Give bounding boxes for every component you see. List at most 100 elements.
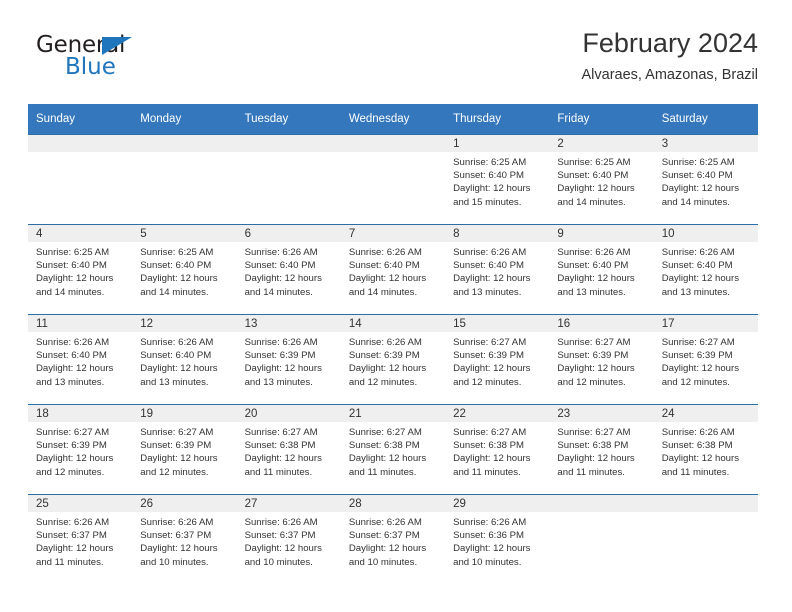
calendar-day-cell[interactable]: 20 Sunrise: 6:27 AM Sunset: 6:38 PM Dayligh… [236,404,341,495]
calendar-day-cell[interactable]: 5 Sunrise: 6:25 AM Sunset: 6:40 PM Daylight… [132,224,237,315]
sunset-time: Sunset: 6:39 PM [140,440,212,452]
day-cell-inner: 2 Sunrise: 6:25 AM Sunset: 6:40 PM Daylight… [549,135,654,224]
day-number: 20 [236,405,341,422]
day-cell-inner: 29 Sunrise: 6:26 AM Sunset: 6:36 PM Dayligh… [445,495,550,584]
page-title: February 2024 [582,28,758,58]
day-cell-inner: 22 Sunrise: 6:27 AM Sunset: 6:38 PM Dayligh… [445,405,550,494]
daylight-duration-line1: Daylight: 12 hours [661,183,740,195]
daylight-duration-line2: and 13 minutes. [661,286,730,298]
day-number: 22 [445,405,550,422]
calendar-day-cell[interactable]: 29 Sunrise: 6:26 AM Sunset: 6:36 PM Dayligh… [445,494,550,584]
page-header: General Blue February 2024 Alvaraes, Ama… [28,28,758,100]
calendar-day-cell-empty [653,494,758,584]
calendar-day-cell[interactable]: 25 Sunrise: 6:26 AM Sunset: 6:37 PM Dayligh… [28,494,133,584]
day-details [237,152,341,156]
day-details: Sunrise: 6:26 AM Sunset: 6:40 PM Daylight:… [132,332,236,389]
calendar-day-cell[interactable]: 13 Sunrise: 6:26 AM Sunset: 6:39 PM Dayligh… [236,314,341,405]
calendar-day-cell[interactable]: 1 Sunrise: 6:25 AM Sunset: 6:40 PM Daylight… [445,134,550,225]
calendar-week-row: 18 Sunrise: 6:27 AM Sunset: 6:39 PM Dayligh… [28,404,758,495]
sunset-time: Sunset: 6:38 PM [453,440,525,452]
calendar-week-row: 25 Sunrise: 6:26 AM Sunset: 6:37 PM Dayligh… [28,494,758,584]
calendar-day-cell[interactable]: 3 Sunrise: 6:25 AM Sunset: 6:40 PM Daylight… [653,134,758,225]
calendar-day-cell[interactable]: 8 Sunrise: 6:26 AM Sunset: 6:40 PM Daylight… [445,224,550,315]
calendar-day-cell[interactable]: 21 Sunrise: 6:27 AM Sunset: 6:38 PM Dayligh… [340,404,446,495]
sunset-time: Sunset: 6:38 PM [557,440,629,452]
daylight-duration-line2: and 14 minutes. [140,286,209,298]
calendar-day-cell[interactable]: 24 Sunrise: 6:26 AM Sunset: 6:38 PM Dayligh… [653,404,758,495]
calendar-day-cell-empty [340,134,446,225]
calendar-day-cell[interactable]: 18 Sunrise: 6:27 AM Sunset: 6:39 PM Dayligh… [28,404,133,495]
day-number: 2 [549,135,654,152]
daylight-duration-line2: and 10 minutes. [140,556,209,568]
sunrise-time: Sunrise: 6:25 AM [557,157,631,168]
calendar-day-cell[interactable]: 28 Sunrise: 6:26 AM Sunset: 6:37 PM Dayligh… [340,494,446,584]
weekday-header-saturday: Saturday [653,104,758,135]
daylight-duration-line2: and 12 minutes. [557,376,626,388]
general-blue-logo[interactable]: General Blue [36,34,166,90]
daylight-duration-line1: Daylight: 12 hours [244,273,322,285]
day-cell-inner: 8 Sunrise: 6:26 AM Sunset: 6:40 PM Daylight… [445,225,550,314]
calendar-week-row: 11 Sunrise: 6:26 AM Sunset: 6:40 PM Dayligh… [28,314,758,405]
calendar-day-cell[interactable]: 7 Sunrise: 6:26 AM Sunset: 6:40 PM Daylight… [340,224,446,315]
day-cell-inner [132,135,237,224]
calendar-header-row: Sunday Monday Tuesday Wednesday Thursday… [28,104,758,135]
day-details: Sunrise: 6:27 AM Sunset: 6:39 PM Daylight:… [28,422,132,479]
day-details: Sunrise: 6:25 AM Sunset: 6:40 PM Daylight:… [654,152,758,209]
daylight-duration-line1: Daylight: 12 hours [140,543,218,555]
sunset-time: Sunset: 6:38 PM [348,440,420,452]
day-details [549,512,653,516]
day-number [236,135,341,152]
day-number: 6 [236,225,341,242]
sunrise-time: Sunrise: 6:27 AM [36,427,110,438]
day-details [341,152,445,156]
calendar-day-cell[interactable]: 15 Sunrise: 6:27 AM Sunset: 6:39 PM Dayligh… [445,314,550,405]
day-cell-inner: 28 Sunrise: 6:26 AM Sunset: 6:37 PM Dayligh… [340,495,446,584]
sunrise-time: Sunrise: 6:25 AM [661,157,735,168]
weekday-header-thursday: Thursday [445,104,550,135]
day-number: 11 [28,315,133,332]
calendar-body: 1 Sunrise: 6:25 AM Sunset: 6:40 PM Daylight… [28,134,758,584]
day-number: 19 [132,405,237,422]
calendar-day-cell[interactable]: 4 Sunrise: 6:25 AM Sunset: 6:40 PM Daylight… [28,224,133,315]
daylight-duration-line1: Daylight: 12 hours [348,453,427,465]
calendar-day-cell[interactable]: 11 Sunrise: 6:26 AM Sunset: 6:40 PM Dayligh… [28,314,133,405]
calendar-day-cell[interactable]: 19 Sunrise: 6:27 AM Sunset: 6:39 PM Dayligh… [132,404,237,495]
sunset-time: Sunset: 6:39 PM [661,350,733,362]
daylight-duration-line1: Daylight: 12 hours [661,273,740,285]
day-details: Sunrise: 6:26 AM Sunset: 6:36 PM Daylight:… [445,512,549,569]
daylight-duration-line2: and 14 minutes. [36,286,105,298]
calendar-day-cell[interactable]: 16 Sunrise: 6:27 AM Sunset: 6:39 PM Dayligh… [549,314,654,405]
calendar-day-cell[interactable]: 27 Sunrise: 6:26 AM Sunset: 6:37 PM Dayligh… [236,494,341,584]
daylight-duration-line1: Daylight: 12 hours [453,453,531,465]
day-cell-inner: 26 Sunrise: 6:26 AM Sunset: 6:37 PM Dayligh… [132,495,237,584]
day-cell-inner: 16 Sunrise: 6:27 AM Sunset: 6:39 PM Dayligh… [549,315,654,404]
day-details: Sunrise: 6:27 AM Sunset: 6:39 PM Daylight:… [132,422,236,479]
day-details: Sunrise: 6:26 AM Sunset: 6:39 PM Daylight:… [237,332,341,389]
calendar-week-row: 4 Sunrise: 6:25 AM Sunset: 6:40 PM Daylight… [28,224,758,315]
sunrise-time: Sunrise: 6:26 AM [661,247,735,258]
calendar-day-cell[interactable]: 26 Sunrise: 6:26 AM Sunset: 6:37 PM Dayligh… [132,494,237,584]
daylight-duration-line2: and 10 minutes. [453,556,522,568]
sunrise-time: Sunrise: 6:27 AM [140,427,214,438]
calendar-day-cell[interactable]: 10 Sunrise: 6:26 AM Sunset: 6:40 PM Dayligh… [653,224,758,315]
day-details: Sunrise: 6:26 AM Sunset: 6:38 PM Daylight:… [654,422,758,479]
weekday-header-row: Sunday Monday Tuesday Wednesday Thursday… [28,104,758,135]
calendar-day-cell[interactable]: 14 Sunrise: 6:26 AM Sunset: 6:39 PM Dayligh… [340,314,446,405]
sunrise-time: Sunrise: 6:26 AM [244,517,318,528]
sunrise-time: Sunrise: 6:26 AM [348,337,422,348]
calendar-day-cell[interactable]: 9 Sunrise: 6:26 AM Sunset: 6:40 PM Daylight… [549,224,654,315]
calendar-day-cell[interactable]: 23 Sunrise: 6:27 AM Sunset: 6:38 PM Dayligh… [549,404,654,495]
calendar-day-cell-empty [549,494,654,584]
sunrise-time: Sunrise: 6:27 AM [557,427,631,438]
day-details: Sunrise: 6:26 AM Sunset: 6:37 PM Daylight:… [237,512,341,569]
calendar-day-cell[interactable]: 22 Sunrise: 6:27 AM Sunset: 6:38 PM Dayligh… [445,404,550,495]
calendar-day-cell[interactable]: 17 Sunrise: 6:27 AM Sunset: 6:39 PM Dayligh… [653,314,758,405]
weekday-header-tuesday: Tuesday [236,104,341,135]
calendar-day-cell[interactable]: 12 Sunrise: 6:26 AM Sunset: 6:40 PM Dayligh… [132,314,237,405]
calendar-day-cell[interactable]: 6 Sunrise: 6:26 AM Sunset: 6:40 PM Daylight… [236,224,341,315]
sunset-time: Sunset: 6:37 PM [348,530,420,542]
calendar-day-cell[interactable]: 2 Sunrise: 6:25 AM Sunset: 6:40 PM Daylight… [549,134,654,225]
daylight-duration-line1: Daylight: 12 hours [557,183,635,195]
day-details: Sunrise: 6:25 AM Sunset: 6:40 PM Daylight:… [132,242,236,299]
day-details: Sunrise: 6:27 AM Sunset: 6:39 PM Daylight:… [445,332,549,389]
